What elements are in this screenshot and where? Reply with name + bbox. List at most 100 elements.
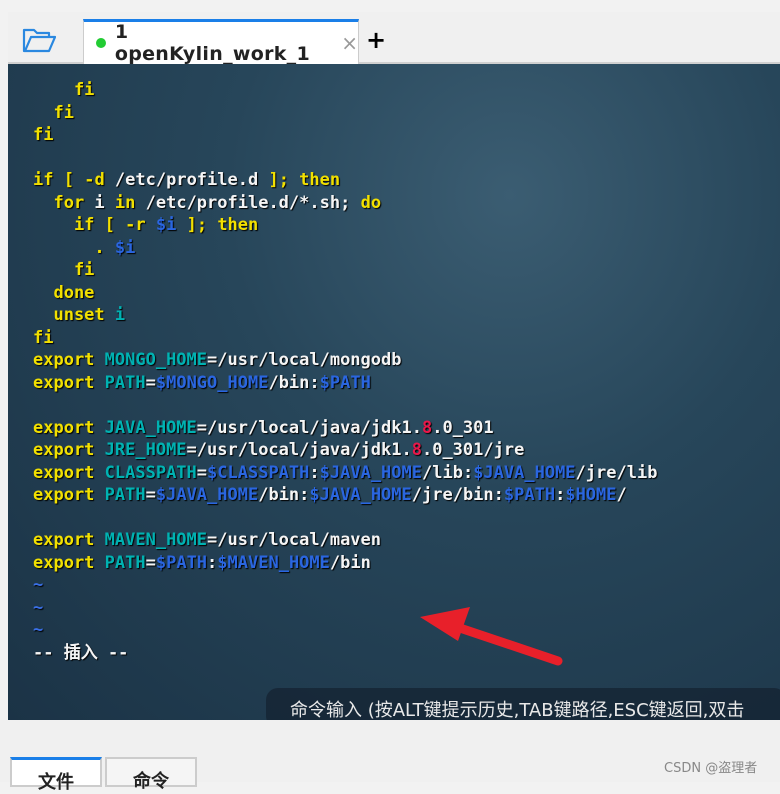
code-token: = [196,462,208,483]
code-token: $JAVA_HOME [155,485,259,505]
add-tab-button[interactable]: + [366,26,386,54]
code-token: /etc/profile.d [104,170,269,190]
code-token: $i [114,237,136,258]
code-token: unset [33,305,105,325]
code-line: export MAVEN_HOME=/usr/local/maven [33,529,657,552]
code-token: . [33,237,115,258]
code-token: /etc/profile.d/*.sh [135,192,341,213]
code-token: done [33,282,95,303]
code-token: fi [33,125,54,145]
code-token: : [207,552,218,573]
code-token: =/usr/local/java/jdk1. [196,417,422,438]
code-token: fi [33,80,95,100]
code-line: fi [33,79,657,102]
code-line: fi [33,259,657,282]
code-token: then [299,170,341,190]
code-token: -- 插入 -- [33,642,129,663]
code-token: / [616,485,627,505]
command-input[interactable]: 命令输入 (按ALT键提示历史,TAB键路径,ESC键返回,双击 [266,688,780,720]
code-token: export [33,530,95,550]
code-token: for [33,192,85,213]
code-token: $JAVA_HOME [319,462,422,483]
code-line: fi [33,327,657,350]
code-token: $PATH [155,552,208,573]
code-token: JAVA_HOME [94,417,197,438]
code-line: fi [33,124,657,147]
code-token: $PATH [319,372,371,393]
code-token: $PATH [503,485,556,505]
code-line: export PATH=$PATH:$MAVEN_HOME/bin [33,552,657,575]
code-token: $JAVA_HOME [309,485,412,505]
code-token: : [555,485,566,505]
code-token: i [84,192,115,213]
code-token: export [33,440,95,460]
code-token: =/usr/local/java/jdk1. [186,440,412,460]
code-token: PATH [94,372,146,393]
code-token: $HOME [565,485,617,505]
code-token: export [33,372,95,393]
close-tab-icon[interactable]: × [341,31,358,55]
code-token: ; [340,192,361,213]
code-token: if [33,215,95,235]
code-token: = [145,485,156,505]
red-arrow-annotation [420,607,563,666]
code-token: PATH [94,485,146,505]
code-token: /bin [329,552,371,573]
code-line: export JAVA_HOME=/usr/local/java/jdk1.8.… [33,417,657,440]
code-token: ~ [33,620,44,640]
code-token: [ [94,215,126,235]
code-token: /bin: [268,372,320,393]
tab-files[interactable]: 文件 [10,757,102,793]
code-token: fi [33,260,95,280]
code-token: PATH [94,552,146,573]
code-line: export MONGO_HOME=/usr/local/mongodb [33,349,657,372]
vim-editor-content: fi fi fi if [ -d /etc/profile.d ]; then fo… [33,79,657,664]
code-token: -d [84,170,105,190]
code-token: $i [155,215,177,235]
code-token: export [33,417,95,438]
window-top [0,0,780,12]
code-line: export PATH=$MONGO_HOME/bin:$PATH [33,372,657,395]
connection-status-icon [96,38,106,48]
terminal[interactable]: fi fi fi if [ -d /etc/profile.d ]; then fo… [8,64,780,720]
code-token: export [33,552,95,573]
code-token: i [104,305,126,325]
code-token: export [33,350,95,370]
tab-openkylin-work[interactable]: 1 openKylin_work_1 × [83,19,359,65]
code-token: then [217,215,259,235]
watermark: CSDN @盗理者 [664,761,758,776]
code-token: ]; [268,170,300,190]
code-token: $CLASSPATH [207,462,310,483]
code-token: $MAVEN_HOME [217,552,330,573]
code-token: = [145,372,156,393]
code-token: MAVEN_HOME [94,530,208,550]
code-token: : [309,462,320,483]
code-token: $MONGO_HOME [155,372,269,393]
tab-commands[interactable]: 命令 [105,757,197,792]
code-token: if [33,170,54,190]
code-token: in [114,192,136,213]
code-token: CLASSPATH [94,462,197,483]
code-line: if [ -d /etc/profile.d ]; then [33,169,657,192]
code-token: /jre/lib [575,462,658,483]
code-token: /jre/bin: [411,485,504,505]
code-token: =/usr/local/mongodb [207,350,402,370]
code-token: ~ [33,575,44,595]
code-line: export PATH=$JAVA_HOME/bin:$JAVA_HOME/jr… [33,484,657,507]
code-line: fi [33,102,657,125]
code-line: done [33,282,657,305]
code-token: .0_301/jre [421,440,525,460]
code-token: fi [33,327,54,348]
code-token: [ [53,170,85,190]
code-token: 8 [411,440,422,460]
tab-title: 1 openKylin_work_1 [114,21,311,65]
folder-open-icon[interactable] [22,26,56,54]
code-token: JRE_HOME [94,440,187,460]
code-token: /bin: [258,485,310,505]
code-token: =/usr/local/maven [207,530,382,550]
code-token: do [360,192,382,213]
